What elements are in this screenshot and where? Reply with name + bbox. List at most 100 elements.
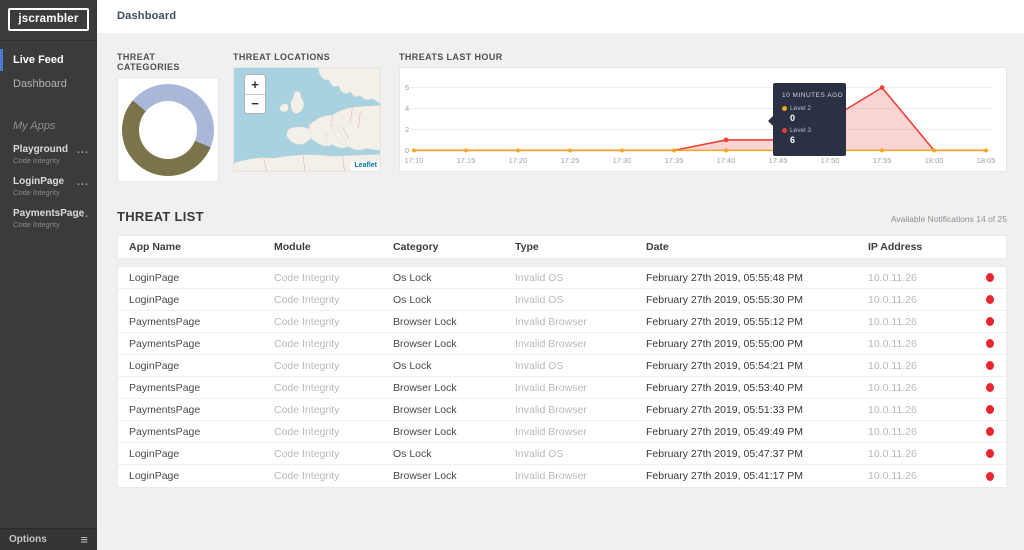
- sidebar-item-label: Dashboard: [13, 78, 67, 90]
- y-tick-label: 0: [405, 146, 409, 155]
- available-notifications: Available Notifications 14 of 25: [891, 214, 1007, 224]
- threat-level-dot: [986, 427, 994, 436]
- column-header[interactable]: Module: [263, 241, 382, 253]
- table-cell: Invalid Browser: [504, 470, 635, 482]
- level2-point[interactable]: [724, 148, 728, 152]
- panels-row: THREAT CATEGORIES THREAT LOCATIONS: [117, 52, 1007, 182]
- table-row[interactable]: PaymentsPageCode IntegrityBrowser LockIn…: [118, 311, 1006, 333]
- sidebar-app-paymentspage[interactable]: PaymentsPageCode Integrity...: [0, 202, 97, 234]
- table-cell: Invalid OS: [504, 448, 635, 460]
- table-cell: February 27th 2019, 05:55:00 PM: [635, 338, 857, 350]
- table-row[interactable]: LoginPageCode IntegrityBrowser LockInval…: [118, 465, 1006, 487]
- threat-categories-title: THREAT CATEGORIES: [117, 52, 219, 72]
- threat-table-body: LoginPageCode IntegrityOs LockInvalid OS…: [117, 266, 1007, 488]
- table-cell: 10.0.11.26: [857, 338, 967, 350]
- table-cell: Invalid Browser: [504, 382, 635, 394]
- level2-point[interactable]: [412, 148, 416, 152]
- donut-hole: [139, 101, 197, 159]
- column-header[interactable]: Type: [504, 241, 635, 253]
- level2-point[interactable]: [464, 148, 468, 152]
- table-cell: Invalid OS: [504, 294, 635, 306]
- table-row[interactable]: PaymentsPageCode IntegrityBrowser LockIn…: [118, 377, 1006, 399]
- column-header[interactable]: Category: [382, 241, 504, 253]
- level3-point[interactable]: [724, 138, 729, 143]
- app-menu-icon[interactable]: ...: [77, 178, 89, 186]
- x-tick-label: 18:00: [925, 156, 944, 165]
- app-mode-label: Code Integrity: [13, 156, 86, 165]
- table-cell: 10.0.11.26: [857, 382, 967, 394]
- jscrambler-logo[interactable]: jscrambler: [8, 8, 89, 31]
- table-cell: Os Lock: [382, 360, 504, 372]
- threat-list-header: THREAT LIST Available Notifications 14 o…: [117, 209, 1007, 224]
- table-cell: Code Integrity: [263, 338, 382, 350]
- tooltip-title: 10 MINUTES AGO: [782, 92, 846, 99]
- table-row[interactable]: LoginPageCode IntegrityOs LockInvalid OS…: [118, 267, 1006, 289]
- table-cell: PaymentsPage: [118, 382, 263, 394]
- level2-point[interactable]: [880, 148, 884, 152]
- table-cell: Code Integrity: [263, 272, 382, 284]
- table-row[interactable]: PaymentsPageCode IntegrityBrowser LockIn…: [118, 399, 1006, 421]
- sidebar-item-dashboard[interactable]: Dashboard: [0, 72, 97, 96]
- threat-locations-panel: THREAT LOCATIONS: [233, 52, 381, 182]
- level2-point[interactable]: [672, 148, 676, 152]
- threat-level-dot: [986, 339, 994, 348]
- level2-point[interactable]: [932, 148, 936, 152]
- logo-area: jscrambler: [0, 0, 97, 41]
- threat-list-section: THREAT LIST Available Notifications 14 o…: [117, 209, 1007, 488]
- table-row[interactable]: PaymentsPageCode IntegrityBrowser LockIn…: [118, 333, 1006, 355]
- leaflet-attribution[interactable]: Leaflet: [351, 161, 380, 171]
- threats-last-hour-card: 024617:1017:1517:2017:2517:3017:3517:401…: [399, 67, 1007, 172]
- threats-chart-svg[interactable]: 024617:1017:1517:2017:2517:3017:3517:401…: [400, 68, 1006, 171]
- tooltip-level3-value: 6: [790, 135, 846, 145]
- table-row[interactable]: PaymentsPageCode IntegrityBrowser LockIn…: [118, 421, 1006, 443]
- sidebar-app-loginpage[interactable]: LoginPageCode Integrity...: [0, 170, 97, 202]
- table-row[interactable]: LoginPageCode IntegrityOs LockInvalid OS…: [118, 443, 1006, 465]
- table-cell: 10.0.11.26: [857, 272, 967, 284]
- active-indicator: [0, 49, 3, 71]
- table-row[interactable]: LoginPageCode IntegrityOs LockInvalid OS…: [118, 289, 1006, 311]
- sidebar-nav: Live Feed Dashboard: [0, 48, 97, 96]
- table-cell: February 27th 2019, 05:49:49 PM: [635, 426, 857, 438]
- breadcrumb[interactable]: Dashboard: [97, 0, 1024, 22]
- status-cell: [967, 316, 1006, 328]
- app-name: Playground: [13, 144, 86, 155]
- app-menu-icon[interactable]: ...: [77, 146, 89, 154]
- column-header[interactable]: App Name: [118, 241, 263, 253]
- zoom-out-button[interactable]: −: [245, 94, 265, 113]
- level2-point[interactable]: [516, 148, 520, 152]
- table-cell: February 27th 2019, 05:51:33 PM: [635, 404, 857, 416]
- table-cell: Code Integrity: [263, 448, 382, 460]
- app-list: PlaygroundCode Integrity...LoginPageCode…: [0, 138, 97, 234]
- sidebar-item-live-feed[interactable]: Live Feed: [0, 48, 97, 72]
- sidebar-app-playground[interactable]: PlaygroundCode Integrity...: [0, 138, 97, 170]
- level2-point[interactable]: [620, 148, 624, 152]
- hamburger-menu-icon[interactable]: ≡: [80, 534, 88, 546]
- zoom-in-button[interactable]: +: [245, 75, 265, 94]
- threat-level-dot: [986, 449, 994, 458]
- table-cell: Code Integrity: [263, 294, 382, 306]
- options-bar[interactable]: Options ≡: [0, 528, 97, 550]
- table-cell: LoginPage: [118, 272, 263, 284]
- table-cell: Code Integrity: [263, 360, 382, 372]
- column-header[interactable]: IP Address: [857, 241, 967, 253]
- categories-donut-chart[interactable]: [122, 84, 214, 176]
- main-content: THREAT CATEGORIES THREAT LOCATIONS: [97, 33, 1024, 550]
- column-header[interactable]: Date: [635, 241, 857, 253]
- tooltip-level2-label: Level 2: [790, 105, 811, 112]
- status-cell: [967, 360, 1006, 372]
- tooltip-level2-value: 0: [790, 113, 846, 123]
- chart-tooltip: 10 MINUTES AGO Level 2 0 Level 3 6: [773, 83, 846, 156]
- x-tick-label: 17:35: [665, 156, 684, 165]
- app-menu-icon[interactable]: ...: [77, 210, 89, 218]
- x-tick-label: 17:45: [769, 156, 788, 165]
- app-name: LoginPage: [13, 176, 86, 187]
- level2-point[interactable]: [568, 148, 572, 152]
- app-mode-label: Code Integrity: [13, 220, 86, 229]
- level2-point[interactable]: [984, 148, 988, 152]
- table-cell: Browser Lock: [382, 382, 504, 394]
- table-cell: February 27th 2019, 05:55:30 PM: [635, 294, 857, 306]
- table-cell: Os Lock: [382, 272, 504, 284]
- level3-point[interactable]: [880, 85, 885, 90]
- table-row[interactable]: LoginPageCode IntegrityOs LockInvalid OS…: [118, 355, 1006, 377]
- table-cell: Os Lock: [382, 294, 504, 306]
